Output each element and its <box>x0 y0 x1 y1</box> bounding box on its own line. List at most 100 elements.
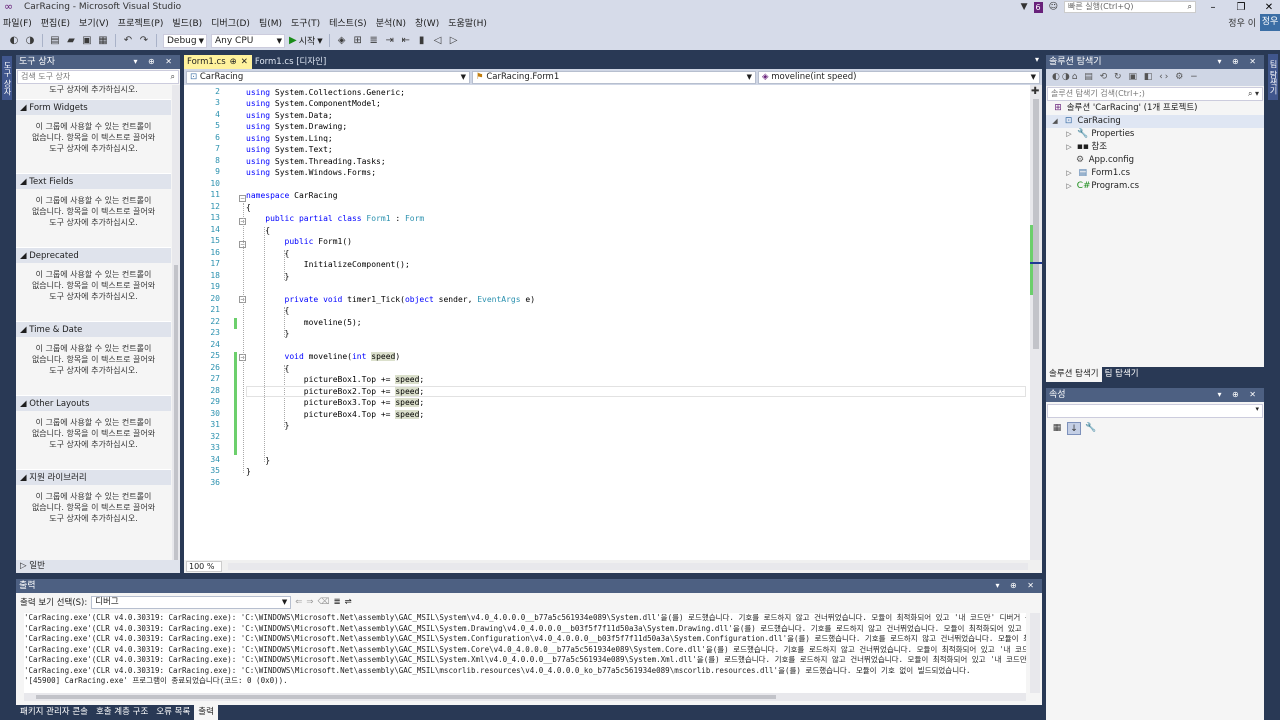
tab-form1-cs[interactable]: Form1.cs ⊕ ✕ <box>184 55 252 69</box>
menu-build[interactable]: 빌드(B) <box>169 16 208 29</box>
expanded-arrow-icon[interactable]: ◢ <box>1050 115 1060 128</box>
redo-icon[interactable]: ↷ <box>138 35 150 46</box>
save-all-icon[interactable]: ▦ <box>97 35 109 46</box>
indent-icon[interactable]: ⇥ <box>384 35 396 46</box>
scrollbar-thumb[interactable] <box>174 265 178 565</box>
tab-package-manager-console[interactable]: 패키지 관리자 콘솔 <box>16 705 92 720</box>
panel-window-buttons[interactable]: ▾ ⊕ ✕ <box>1217 55 1260 69</box>
panel-window-buttons[interactable]: ▾ ⊕ ✕ <box>995 579 1038 593</box>
minimize-button[interactable]: – <box>1202 2 1224 13</box>
toolbox-group-header[interactable]: ◢ Deprecated <box>16 247 171 263</box>
class-dropdown[interactable]: ⚑ CarRacing.Form1 ▼ <box>472 70 756 84</box>
menu-team[interactable]: 팀(M) <box>256 16 288 29</box>
toolbox-group-header[interactable]: ◢ Form Widgets <box>16 99 171 115</box>
scrollbar-thumb[interactable] <box>1033 99 1039 349</box>
tab-error-list[interactable]: 오류 목록 <box>152 705 194 720</box>
tree-item-app-config[interactable]: ⚙ App.config <box>1046 154 1264 167</box>
menu-project[interactable]: 프로젝트(P) <box>115 16 170 29</box>
open-file-icon[interactable]: ▰ <box>65 35 77 46</box>
collapse-toggle[interactable]: − <box>239 195 246 202</box>
menu-edit[interactable]: 편집(E) <box>38 16 76 29</box>
code-editor[interactable]: 2 3 4 5 6 7 8 9 10 11 12 13 14 15 16 17 18 19 20 21 22 23 24 25… <box>184 85 1042 560</box>
solution-explorer-toolbar[interactable]: ◐◑⌂ ▤ ⟲ ↻ ▣ ◧ ‹› ⚙ − <box>1046 69 1264 86</box>
tree-item-solution[interactable]: ⊞ 솔루션 'CarRacing' (1개 프로젝트) <box>1046 102 1264 115</box>
menu-help[interactable]: 도움말(H) <box>445 16 493 29</box>
prev-bookmark-icon[interactable]: ◁ <box>432 35 444 46</box>
tree-item-references[interactable]: ▷ ▪▪ 참조 <box>1046 141 1264 154</box>
scrollbar-thumb[interactable] <box>36 695 776 699</box>
next-message-icon[interactable]: ⇒ <box>306 597 313 607</box>
save-icon[interactable]: ▣ <box>81 35 93 46</box>
tree-item-program[interactable]: ▷ C# Program.cs <box>1046 180 1264 193</box>
tree-item-project[interactable]: ◢ ⊡ CarRacing <box>1046 115 1264 128</box>
tab-team-explorer[interactable]: 팀 탐색기 <box>1102 367 1142 382</box>
editor-vertical-scrollbar[interactable]: ✚ <box>1030 85 1042 560</box>
user-avatar[interactable]: 정우 <box>1260 14 1280 31</box>
toolbox-group-header[interactable]: ◢ Time & Date <box>16 321 171 337</box>
start-button[interactable]: ▶ 시작 ▼ <box>289 34 323 47</box>
menu-view[interactable]: 보기(V) <box>76 16 115 29</box>
notification-badge[interactable]: 6 <box>1033 1 1043 13</box>
user-name[interactable]: 정우 이 <box>1228 16 1256 29</box>
show-output-from-select[interactable]: 디버그 ▼ <box>91 595 292 609</box>
feedback-icon[interactable]: ☺ <box>1049 2 1058 12</box>
toolbox-side-tab[interactable]: 도구 상자 <box>2 56 12 100</box>
pin-icon[interactable]: ⊕ <box>230 55 237 69</box>
solution-platform-select[interactable]: Any CPU ▼ <box>211 33 285 48</box>
next-bookmark-icon[interactable]: ▷ <box>448 35 460 46</box>
menu-file[interactable]: 파일(F) <box>0 16 38 29</box>
output-horizontal-scrollbar[interactable] <box>24 693 1026 701</box>
browser-link-icon[interactable]: ◈ <box>336 35 348 46</box>
toggle-wrap-icon[interactable]: ⇌ <box>345 597 352 607</box>
tree-item-properties[interactable]: ▷ 🔧 Properties <box>1046 128 1264 141</box>
collapsed-arrow-icon[interactable]: ▷ <box>1064 141 1074 154</box>
tab-output[interactable]: 출력 <box>194 705 218 720</box>
find-icon[interactable]: ⊞ <box>352 35 364 46</box>
word-wrap-icon[interactable]: ≣ <box>334 597 341 607</box>
split-editor-icon[interactable]: ✚ <box>1031 86 1039 97</box>
toolbox-group-header[interactable]: ◢ 지원 라이브러리 <box>16 469 171 485</box>
menu-debug[interactable]: 디버그(D) <box>208 16 256 29</box>
toolbox-group-header-general[interactable]: ▷ 일반 <box>16 560 180 573</box>
categorized-icon[interactable]: ▦ <box>1050 422 1064 435</box>
menu-analyze[interactable]: 분석(N) <box>373 16 412 29</box>
properties-object-select[interactable]: ▾ <box>1047 404 1263 418</box>
tab-call-hierarchy[interactable]: 호출 계층 구조 <box>92 705 152 720</box>
new-project-icon[interactable]: ▤ <box>49 35 61 46</box>
menu-test[interactable]: 테스트(S) <box>326 16 373 29</box>
close-icon[interactable]: ✕ <box>241 55 248 69</box>
solution-search-input[interactable]: 솔루션 탐색기 검색(Ctrl+;) ⌕ ▾ <box>1047 87 1263 101</box>
output-text[interactable]: 'CarRacing.exe'(CLR v4.0.30319: CarRacin… <box>24 613 1026 693</box>
toolbox-scrollbar[interactable] <box>172 85 180 573</box>
collapsed-arrow-icon[interactable]: ▷ <box>1064 180 1074 193</box>
clear-all-icon[interactable]: ⌫ <box>317 597 329 607</box>
quick-launch-input[interactable]: 빠른 실행(Ctrl+Q) ⌕ <box>1064 1 1196 13</box>
bookmark-icon[interactable]: ▮ <box>416 35 428 46</box>
restore-button[interactable]: ❐ <box>1230 2 1252 13</box>
panel-window-buttons[interactable]: ▾ ⊕ ✕ <box>133 55 176 69</box>
undo-icon[interactable]: ↶ <box>122 35 134 46</box>
panel-window-buttons[interactable]: ▾ ⊕ ✕ <box>1217 388 1260 402</box>
collapsed-arrow-icon[interactable]: ▷ <box>1064 167 1074 180</box>
output-vertical-scrollbar[interactable] <box>1030 613 1040 693</box>
tab-list-dropdown-icon[interactable]: ▾ <box>1035 55 1039 64</box>
tab-form1-designer[interactable]: Form1.cs [디자인] <box>252 55 330 69</box>
property-pages-icon[interactable]: 🔧 <box>1084 422 1098 435</box>
alphabetical-icon[interactable]: ↓ <box>1067 421 1081 435</box>
tab-solution-explorer[interactable]: 솔루션 탐색기 <box>1046 367 1102 382</box>
toolbox-group-header[interactable]: ◢ Text Fields <box>16 173 171 189</box>
member-dropdown[interactable]: ◈ moveline(int speed) ▼ <box>758 70 1040 84</box>
filter-icon[interactable]: ▼ <box>1021 2 1028 12</box>
editor-horizontal-scrollbar[interactable] <box>228 563 1028 570</box>
team-explorer-side-tab[interactable]: 팀 탐색기 <box>1268 54 1278 100</box>
close-window-button[interactable]: ✕ <box>1258 2 1280 13</box>
prev-message-icon[interactable]: ⇐ <box>295 597 302 607</box>
back-icon[interactable]: ◐ <box>8 35 20 46</box>
solution-configuration-select[interactable]: Debug ▼ <box>163 33 207 48</box>
forward-icon[interactable]: ◑ <box>24 35 36 46</box>
collapsed-arrow-icon[interactable]: ▷ <box>1064 128 1074 141</box>
outdent-icon[interactable]: ⇤ <box>400 35 412 46</box>
menu-tools[interactable]: 도구(T) <box>288 16 326 29</box>
align-icon[interactable]: ≣ <box>368 35 380 46</box>
zoom-select[interactable]: 100 % <box>186 561 222 572</box>
